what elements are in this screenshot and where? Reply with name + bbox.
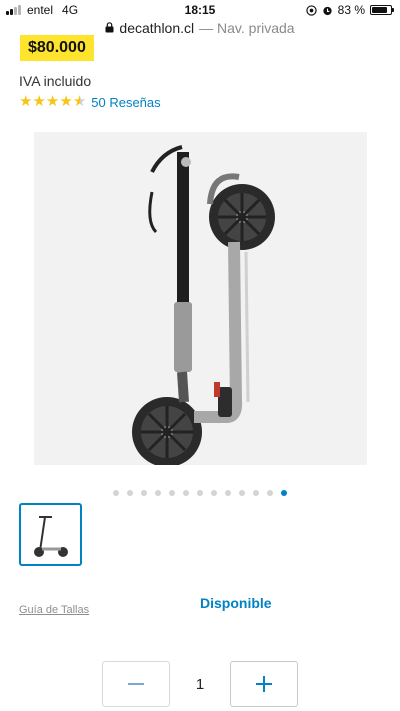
gallery-dot[interactable]: [267, 490, 273, 496]
gallery-dot[interactable]: [197, 490, 203, 496]
gallery-dot[interactable]: [253, 490, 259, 496]
battery-icon: [370, 5, 394, 15]
quantity-decrease-button[interactable]: [102, 661, 170, 707]
scooter-illustration: [132, 145, 275, 465]
gallery-dot[interactable]: [169, 490, 175, 496]
reviews-link[interactable]: 50 Reseñas: [91, 95, 160, 110]
availability-status: Disponible: [200, 595, 272, 611]
battery-fill: [372, 7, 387, 13]
gallery-dot[interactable]: [225, 490, 231, 496]
gallery-dot[interactable]: [113, 490, 119, 496]
url-host: decathlon.cl: [119, 20, 195, 36]
battery-percent: 83 %: [337, 3, 365, 17]
gallery-dot[interactable]: [211, 490, 217, 496]
scooter-thumbnail-icon: [33, 515, 68, 557]
size-guide-link[interactable]: Guía de Tallas: [19, 604, 89, 616]
star-icon: ★: [59, 93, 73, 110]
gallery-dot[interactable]: [281, 490, 287, 496]
alarm-icon: [323, 6, 332, 15]
gallery-dot[interactable]: [127, 490, 133, 496]
gallery-dot[interactable]: [155, 490, 161, 496]
half-star-icon: ★: [72, 93, 87, 110]
status-right: 83 %: [305, 3, 394, 17]
tax-note: IVA incluido: [19, 73, 92, 89]
star-icon: ★: [45, 93, 60, 110]
private-mode-label: — Nav. privada: [199, 20, 295, 36]
star-icon: ★: [32, 93, 46, 110]
minus-icon: [128, 683, 144, 685]
quantity-increase-button[interactable]: [230, 661, 298, 707]
star-icon: ★: [19, 93, 33, 110]
status-bar: entel 4G 18:15 83 %: [0, 0, 400, 20]
gallery-dot[interactable]: [141, 490, 147, 496]
product-image[interactable]: [34, 132, 367, 465]
gallery-thumbnail[interactable]: [19, 503, 82, 566]
product-price: $80.000: [20, 35, 94, 61]
product-rating[interactable]: ★ ★ ★ ★ ★ 50 Reseñas: [19, 94, 161, 110]
gallery-dot[interactable]: [239, 490, 245, 496]
lock-icon: [105, 21, 114, 32]
location-icon: [305, 4, 317, 16]
gallery-dot[interactable]: [183, 490, 189, 496]
quantity-value[interactable]: 1: [170, 661, 230, 707]
gallery-pager[interactable]: [0, 490, 400, 496]
